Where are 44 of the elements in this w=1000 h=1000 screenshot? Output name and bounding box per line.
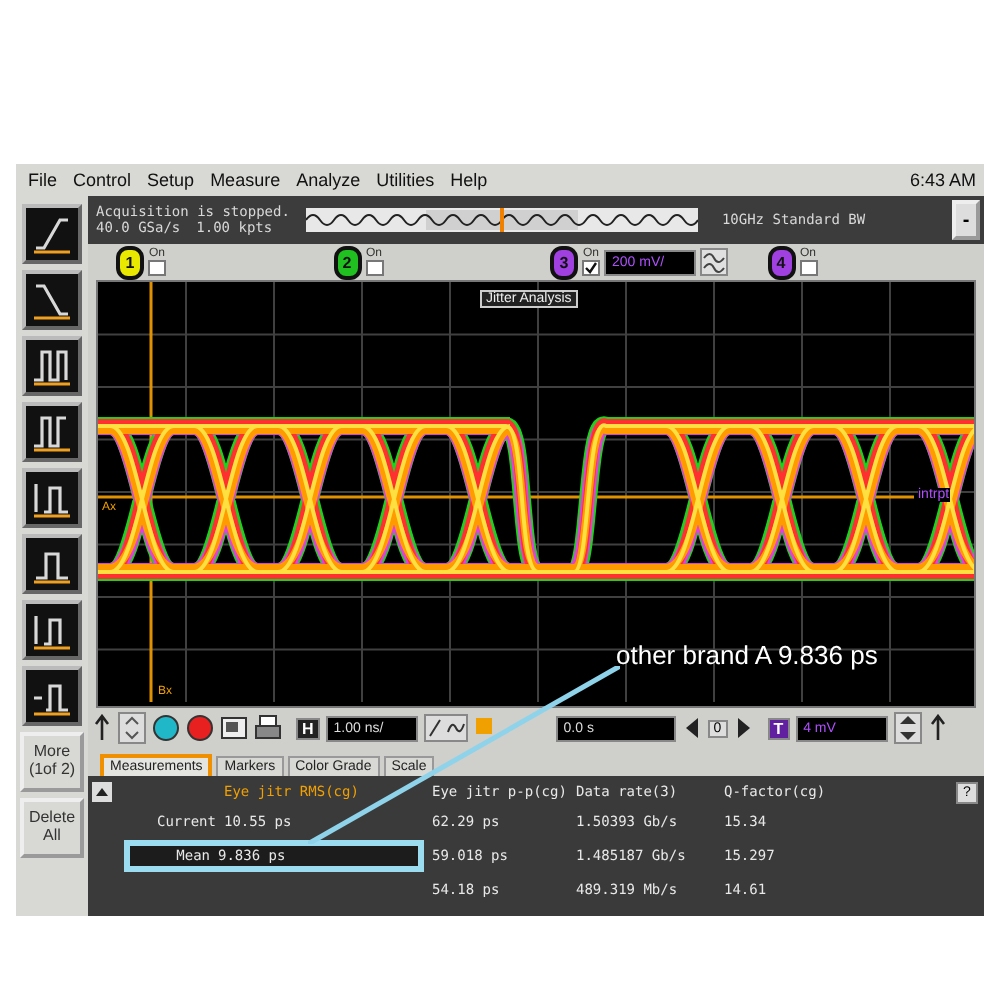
menu-item[interactable]: Analyze (296, 170, 361, 190)
arrow-up-icon (927, 714, 948, 742)
channel-badge[interactable]: 3 (550, 245, 578, 279)
measurement-button[interactable] (22, 336, 82, 396)
measurement-button[interactable] (22, 534, 82, 594)
measurement-button[interactable] (22, 402, 82, 462)
menu-item[interactable]: File (28, 170, 58, 190)
circle-icon (152, 714, 180, 742)
channel-checkbox[interactable] (799, 260, 817, 276)
circle-icon (186, 714, 214, 742)
menu-item[interactable]: Setup (147, 170, 195, 190)
channel-checkbox[interactable] (365, 260, 383, 276)
square-icon (473, 716, 494, 740)
measurement-button[interactable] (22, 468, 82, 528)
measurement-button[interactable] (22, 270, 82, 330)
horizontal-label: H (296, 717, 320, 739)
channel-checkbox[interactable] (148, 260, 166, 276)
spinner-icon (118, 712, 146, 744)
channel-checkbox[interactable] (582, 260, 600, 276)
measurement-button[interactable] (22, 204, 82, 264)
trigger-label: T (767, 717, 790, 739)
measurement-button[interactable] (22, 600, 82, 660)
screen-icon (220, 714, 248, 742)
scroll-up-icon (92, 782, 112, 802)
printer-icon (254, 714, 282, 742)
waveform-icon (423, 714, 468, 742)
arrow-up-icon (92, 714, 112, 742)
sidebar-button[interactable]: More (1of 2) (20, 732, 84, 792)
menu-item[interactable]: Utilities (376, 170, 435, 190)
spinner-icon (893, 712, 922, 744)
menu-item[interactable]: Control (73, 170, 132, 190)
clock: 6:43 AM (909, 170, 976, 190)
arrow-left-icon (681, 714, 702, 742)
channel-badge[interactable]: 2 (333, 245, 361, 279)
coupling-icon (700, 248, 728, 276)
menu-item[interactable]: Help (450, 170, 488, 190)
annotation-label: other brand A 9.836 ps (616, 640, 878, 670)
channel-badge[interactable]: 1 (116, 245, 144, 279)
sidebar-button[interactable]: Delete All (20, 798, 84, 858)
minimize-button[interactable]: - (952, 200, 980, 240)
menu-item[interactable]: Measure (210, 170, 281, 190)
channel-badge[interactable]: 4 (767, 245, 795, 279)
arrow-right-icon (733, 714, 754, 742)
measurement-button[interactable] (22, 666, 82, 726)
